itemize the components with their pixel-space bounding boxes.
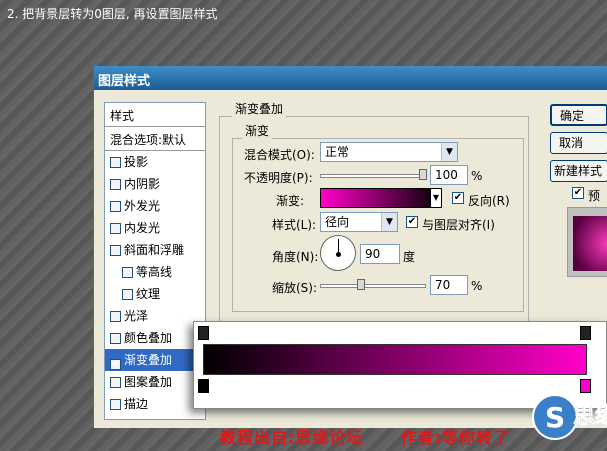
- style-item-checkbox[interactable]: [110, 333, 121, 344]
- opacity-stop-right[interactable]: [580, 326, 591, 340]
- style-item[interactable]: 颜色叠加: [105, 327, 205, 349]
- style-item-checkbox[interactable]: ✔: [110, 359, 121, 370]
- blend-mode-label: 混合模式(O):: [244, 148, 315, 162]
- style-item-checkbox[interactable]: [110, 245, 121, 256]
- reverse-label: 反向(R): [468, 194, 510, 208]
- style-item[interactable]: 图案叠加: [105, 371, 205, 393]
- style-list-header[interactable]: 样式: [105, 105, 205, 127]
- style-item[interactable]: 内发光: [105, 217, 205, 239]
- style-item[interactable]: 外发光: [105, 195, 205, 217]
- style-item-checkbox[interactable]: [122, 267, 133, 278]
- blend-mode-value: 正常: [325, 145, 350, 159]
- style-item-label: 内阴影: [124, 177, 161, 191]
- logo-text: 思缘: [573, 404, 607, 429]
- scale-slider[interactable]: [320, 284, 426, 288]
- style-item-label: 内发光: [124, 221, 161, 235]
- gradient-bar[interactable]: [203, 344, 587, 375]
- style-item[interactable]: 内阴影: [105, 173, 205, 195]
- style-list: 样式 混合选项:默认 投影内阴影外发光内发光斜面和浮雕等高线纹理光泽颜色叠加 ✔ 渐…: [104, 102, 206, 420]
- gradient-picker[interactable]: [320, 188, 442, 208]
- align-label: 与图层对齐(I): [422, 218, 495, 232]
- style-item-label: 等高线: [136, 265, 173, 279]
- site-logo: S 思缘: [532, 394, 607, 440]
- angle-label: 角度(N):: [272, 250, 319, 264]
- style-item-label: 颜色叠加: [124, 331, 173, 345]
- style-label: 样式(L):: [272, 218, 317, 232]
- style-item[interactable]: 斜面和浮雕: [105, 239, 205, 261]
- opacity-unit: %: [471, 169, 483, 183]
- footer-author: 作者:等你转了: [400, 428, 510, 447]
- style-value: 径向: [325, 215, 350, 229]
- gradient-label: 渐变:: [276, 194, 305, 208]
- style-item-checkbox[interactable]: [110, 157, 121, 168]
- style-item[interactable]: 投影: [105, 151, 205, 173]
- tutorial-footer: 教程出自:思缘论坛 作者:等你转了: [220, 424, 510, 448]
- opacity-slider[interactable]: [320, 174, 426, 178]
- scale-label: 缩放(S):: [272, 281, 318, 295]
- style-item-checkbox[interactable]: [110, 311, 121, 322]
- opacity-input[interactable]: 100: [430, 165, 468, 185]
- preview-checkbox[interactable]: ✔: [572, 187, 584, 199]
- opacity-stop-left[interactable]: [198, 326, 209, 340]
- style-item-label: 图案叠加: [124, 375, 173, 389]
- chevron-down-icon: ▼: [381, 213, 397, 231]
- opacity-label: 不透明度(P):: [244, 171, 313, 185]
- style-item[interactable]: ✔ 渐变叠加: [105, 349, 205, 371]
- chevron-down-icon: ▼: [441, 143, 457, 161]
- style-select[interactable]: 径向 ▼: [320, 212, 398, 232]
- style-item-checkbox[interactable]: [110, 179, 121, 190]
- dialog-title: 图层样式: [94, 66, 607, 90]
- logo-letter: S: [545, 401, 565, 434]
- style-item[interactable]: 描边: [105, 393, 205, 415]
- style-item-label: 渐变叠加: [124, 353, 173, 367]
- ok-button[interactable]: 确定: [550, 104, 607, 126]
- style-item-checkbox[interactable]: [110, 223, 121, 234]
- gradient-dropdown-arrow-icon[interactable]: ▼: [430, 188, 442, 208]
- blend-options-default[interactable]: 混合选项:默认: [105, 129, 205, 151]
- style-item-label: 描边: [124, 397, 149, 411]
- style-item[interactable]: 光泽: [105, 305, 205, 327]
- scale-input[interactable]: 70: [430, 275, 468, 295]
- gradient-subgroup-title: 渐变: [242, 122, 273, 139]
- style-item-checkbox[interactable]: [110, 201, 121, 212]
- page-caption: 2. 把背景层转为0图层, 再设置图层样式: [7, 7, 218, 21]
- opacity-slider-thumb[interactable]: [419, 169, 427, 180]
- blend-mode-select[interactable]: 正常 ▼: [320, 142, 458, 162]
- angle-unit: 度: [403, 250, 416, 264]
- preview-swatch: [573, 216, 607, 271]
- scale-slider-thumb[interactable]: [357, 279, 365, 290]
- style-item-label: 投影: [124, 155, 149, 169]
- angle-input[interactable]: 90: [360, 244, 400, 264]
- footer-source: 教程出自:思缘论坛: [220, 428, 364, 447]
- style-item-label: 光泽: [124, 309, 149, 323]
- new-style-button[interactable]: 新建样式: [550, 160, 607, 182]
- color-stop-left[interactable]: [198, 379, 209, 393]
- style-preview: [567, 207, 607, 277]
- style-item-label: 外发光: [124, 199, 161, 213]
- reverse-checkbox[interactable]: ✔: [452, 192, 464, 204]
- angle-dial[interactable]: [320, 235, 356, 271]
- cancel-button[interactable]: 取消: [550, 132, 607, 154]
- style-item-checkbox[interactable]: [110, 377, 121, 388]
- style-item-label: 斜面和浮雕: [124, 243, 185, 257]
- style-item-checkbox[interactable]: [122, 289, 133, 300]
- angle-dial-center: [336, 252, 341, 257]
- style-item-label: 纹理: [136, 287, 161, 301]
- align-checkbox[interactable]: ✔: [406, 216, 418, 228]
- style-item-checkbox[interactable]: [110, 399, 121, 410]
- style-item[interactable]: 纹理: [105, 283, 205, 305]
- gradient-overlay-title: 渐变叠加: [232, 100, 287, 117]
- scale-unit: %: [471, 279, 483, 293]
- style-item[interactable]: 等高线: [105, 261, 205, 283]
